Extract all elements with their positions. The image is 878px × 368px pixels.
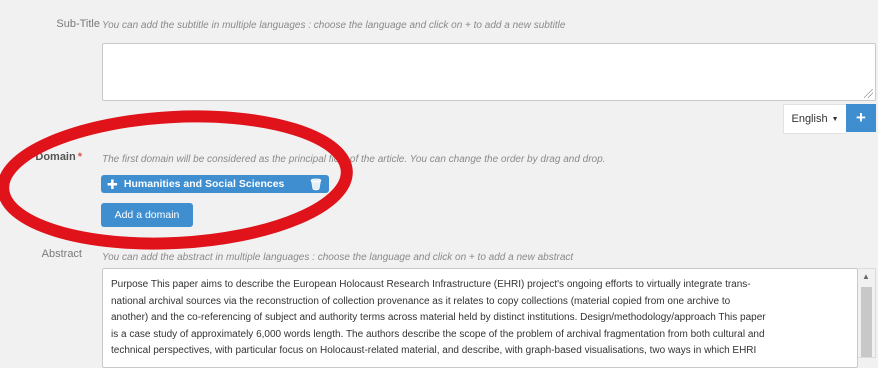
domain-tag-label: Humanities and Social Sciences bbox=[123, 178, 285, 190]
abstract-line: another) and the co-referencing of subje… bbox=[111, 312, 766, 323]
resize-grip-icon[interactable] bbox=[864, 89, 873, 98]
plus-icon: ✚ bbox=[107, 176, 118, 192]
trash-icon[interactable]: 🗑 bbox=[309, 178, 323, 191]
add-domain-button[interactable]: Add a domain bbox=[101, 203, 193, 227]
scroll-thumb[interactable] bbox=[861, 287, 872, 357]
subtitle-language-select[interactable]: English ▼ bbox=[783, 104, 846, 134]
abstract-textarea[interactable]: Purpose This paper aims to describe the … bbox=[102, 268, 858, 368]
domain-tag[interactable]: ✚ Humanities and Social Sciences 🗑 bbox=[101, 175, 329, 193]
subtitle-label: Sub-Title bbox=[56, 18, 100, 30]
abstract-line: Purpose This paper aims to describe the … bbox=[111, 279, 751, 290]
domain-label-text: Domain bbox=[35, 151, 76, 163]
abstract-line: technical perspectives, with particular … bbox=[111, 345, 757, 356]
scroll-up-icon[interactable]: ▲ bbox=[862, 272, 870, 281]
subtitle-help-text: You can add the subtitle in multiple lan… bbox=[102, 20, 566, 31]
abstract-help-text: You can add the abstract in multiple lan… bbox=[102, 252, 574, 263]
caret-down-icon: ▼ bbox=[831, 115, 839, 123]
domain-help-text: The first domain will be considered as t… bbox=[102, 154, 606, 165]
required-marker: * bbox=[77, 151, 82, 163]
domain-label: Domain * bbox=[20, 151, 82, 163]
abstract-scrollbar[interactable]: ▲ bbox=[858, 268, 876, 358]
abstract-line: national archival sources via the recons… bbox=[111, 295, 731, 307]
add-subtitle-button[interactable]: + bbox=[846, 104, 876, 132]
abstract-line: is a case study of approximately 6,000 w… bbox=[111, 328, 765, 340]
abstract-label: Abstract bbox=[41, 248, 82, 260]
subtitle-textarea[interactable] bbox=[102, 43, 876, 101]
subtitle-language-value: English bbox=[791, 113, 828, 125]
